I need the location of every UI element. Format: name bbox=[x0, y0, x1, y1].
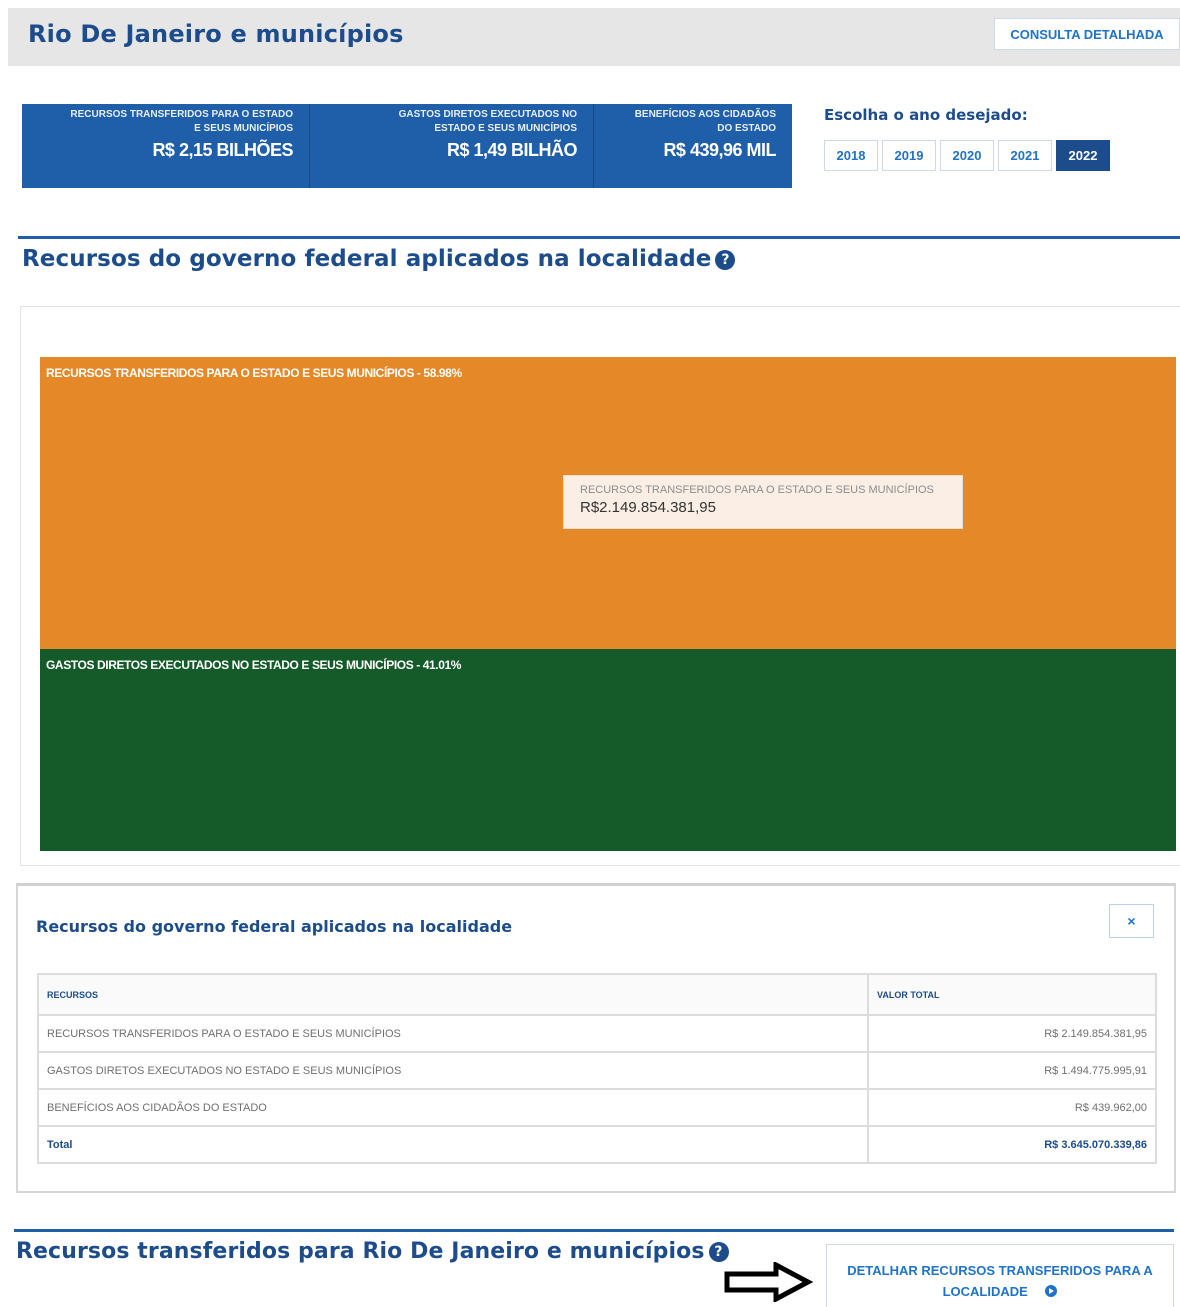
section-divider bbox=[14, 1229, 1174, 1232]
treemap-label: GASTOS DIRETOS EXECUTADOS NO ESTADO E SE… bbox=[46, 658, 462, 672]
page-header: Rio De Janeiro e municípios CONSULTA DET… bbox=[8, 8, 1180, 66]
tooltip-value: R$2.149.854.381,95 bbox=[580, 499, 716, 516]
section-title-text: Recursos transferidos para Rio De Janeir… bbox=[16, 1239, 705, 1264]
help-icon[interactable]: ? bbox=[708, 1242, 729, 1262]
summary-bar: RECURSOS TRANSFERIDOS PARA O ESTADO E SEU… bbox=[22, 104, 792, 188]
summary-beneficios: BENEFÍCIOS AOS CIDADÃOS DO ESTADO R$ 439,… bbox=[594, 104, 792, 188]
year-button-2021[interactable]: 2021 bbox=[998, 140, 1052, 171]
page-title: Rio De Janeiro e municípios bbox=[28, 20, 404, 48]
treemap-tooltip: RECURSOS TRANSFERIDOS PARA O ESTADO E SE… bbox=[563, 475, 963, 529]
summary-value: R$ 1,49 BILHÃO bbox=[446, 140, 578, 160]
help-icon[interactable]: ? bbox=[715, 250, 736, 270]
row-name: RECURSOS TRANSFERIDOS PARA O ESTADO E SE… bbox=[37, 1014, 869, 1053]
table-row: BENEFÍCIOS AOS CIDADÃOS DO ESTADO R$ 439… bbox=[37, 1088, 1157, 1127]
close-button[interactable]: × bbox=[1109, 904, 1154, 938]
arrow-right-icon bbox=[724, 1262, 814, 1302]
section-title-transferidos: Recursos transferidos para Rio De Janeir… bbox=[16, 1239, 729, 1264]
table-row: RECURSOS TRANSFERIDOS PARA O ESTADO E SE… bbox=[37, 1014, 1157, 1053]
year-button-2019[interactable]: 2019 bbox=[882, 140, 936, 171]
detail-button-label: LOCALIDADE bbox=[942, 1284, 1028, 1299]
summary-gastos-diretos: GASTOS DIRETOS EXECUTADOS NO ESTADO E SEU… bbox=[310, 104, 594, 188]
data-table-panel: Recursos do governo federal aplicados na… bbox=[16, 883, 1176, 1193]
table-row: GASTOS DIRETOS EXECUTADOS NO ESTADO E SE… bbox=[37, 1051, 1157, 1090]
section-title-recursos: Recursos do governo federal aplicados na… bbox=[22, 246, 736, 272]
year-button-2020[interactable]: 2020 bbox=[940, 140, 994, 171]
row-value: R$ 2.149.854.381,95 bbox=[867, 1014, 1157, 1053]
total-value: R$ 3.645.070.339,86 bbox=[867, 1125, 1157, 1164]
detail-button-label: DETALHAR RECURSOS TRANSFERIDOS PARA A bbox=[847, 1263, 1153, 1278]
circle-arrow-icon bbox=[1045, 1285, 1058, 1297]
row-value: R$ 1.494.775.995,91 bbox=[867, 1051, 1157, 1090]
table-header-row: RECURSOS VALOR TOTAL bbox=[37, 973, 1157, 1016]
summary-label: BENEFÍCIOS AOS CIDADÃOS bbox=[634, 109, 776, 120]
consulta-detalhada-button[interactable]: CONSULTA DETALHADA bbox=[994, 18, 1180, 50]
year-button-2022[interactable]: 2022 bbox=[1056, 140, 1110, 171]
treemap-label: RECURSOS TRANSFERIDOS PARA O ESTADO E SE… bbox=[46, 366, 462, 380]
panel-title: Recursos do governo federal aplicados na… bbox=[36, 917, 513, 936]
summary-label: ESTADO E SEUS MUNICÍPIOS bbox=[434, 123, 577, 134]
row-name: GASTOS DIRETOS EXECUTADOS NO ESTADO E SE… bbox=[37, 1051, 869, 1090]
row-name: BENEFÍCIOS AOS CIDADÃOS DO ESTADO bbox=[37, 1088, 869, 1127]
summary-label: RECURSOS TRANSFERIDOS PARA O ESTADO bbox=[70, 109, 293, 120]
summary-label: E SEUS MUNICÍPIOS bbox=[194, 123, 293, 134]
summary-value: R$ 439,96 MIL bbox=[663, 140, 776, 160]
summary-transferidos: RECURSOS TRANSFERIDOS PARA O ESTADO E SEU… bbox=[22, 104, 310, 188]
resources-table: RECURSOS VALOR TOTAL RECURSOS TRANSFERID… bbox=[37, 973, 1157, 1164]
tooltip-title: RECURSOS TRANSFERIDOS PARA O ESTADO E SE… bbox=[580, 484, 934, 496]
total-label: Total bbox=[37, 1125, 869, 1164]
column-header-recursos[interactable]: RECURSOS bbox=[37, 973, 869, 1016]
row-value: R$ 439.962,00 bbox=[867, 1088, 1157, 1127]
summary-label: DO ESTADO bbox=[717, 123, 776, 134]
year-selector: 2018 2019 2020 2021 2022 bbox=[824, 140, 1110, 171]
summary-label: GASTOS DIRETOS EXECUTADOS NO bbox=[398, 109, 577, 120]
treemap-block-gastos-diretos[interactable]: GASTOS DIRETOS EXECUTADOS NO ESTADO E SE… bbox=[40, 649, 1176, 851]
section-title-text: Recursos do governo federal aplicados na… bbox=[22, 246, 712, 272]
summary-value: R$ 2,15 BILHÕES bbox=[152, 140, 293, 160]
year-selector-label: Escolha o ano desejado: bbox=[824, 106, 1028, 124]
table-total-row: Total R$ 3.645.070.339,86 bbox=[37, 1125, 1157, 1164]
section-divider bbox=[18, 236, 1180, 239]
year-button-2018[interactable]: 2018 bbox=[824, 140, 878, 171]
column-header-valor-total[interactable]: VALOR TOTAL bbox=[867, 973, 1157, 1016]
detalhar-recursos-button[interactable]: DETALHAR RECURSOS TRANSFERIDOS PARA A LO… bbox=[826, 1244, 1174, 1307]
